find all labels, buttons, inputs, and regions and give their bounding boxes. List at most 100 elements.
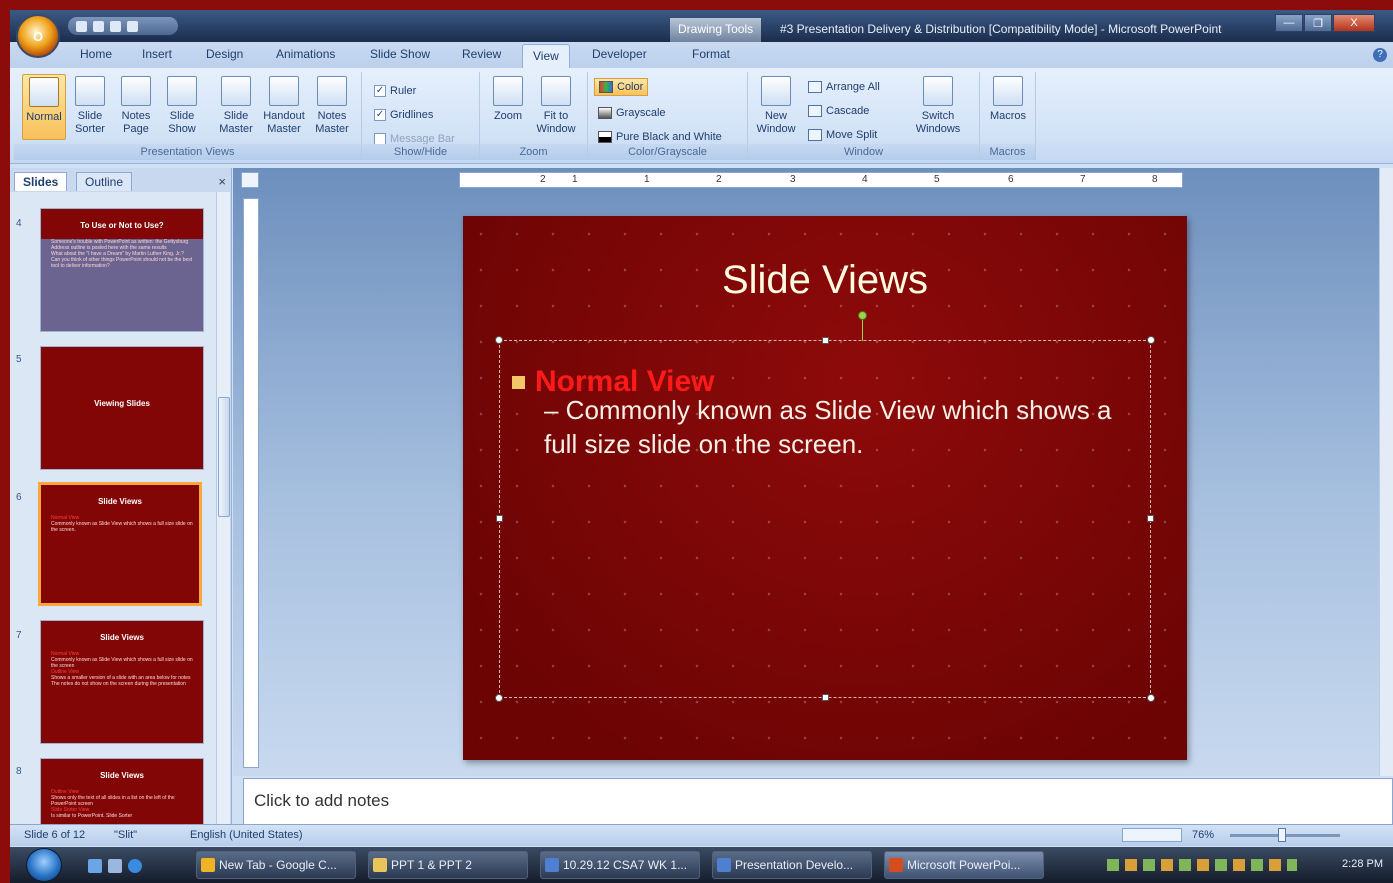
current-slide[interactable]: Slide Views Normal View – Commonly known… (463, 216, 1187, 760)
slide-number: 5 (16, 354, 22, 365)
resize-handle-bl[interactable] (495, 694, 503, 702)
language-indicator[interactable]: English (United States) (190, 829, 303, 841)
notes-pane[interactable]: Click to add notes (243, 778, 1393, 830)
slide-title[interactable]: Slide Views (463, 258, 1187, 303)
ruler-checkbox[interactable]: ✓ Ruler (374, 82, 416, 100)
ruler-mark: 8 (1152, 174, 1158, 185)
zoom-button[interactable]: Zoom (486, 74, 530, 140)
close-button[interactable]: X (1333, 14, 1375, 32)
notes-page-button[interactable]: Notes Page (114, 74, 158, 140)
task-google-chrome[interactable]: New Tab - Google C... (196, 851, 356, 879)
grayscale-button[interactable]: Grayscale (598, 104, 666, 122)
ruler-mark: 5 (934, 174, 940, 185)
task-word-doc[interactable]: 10.29.12 CSA7 WK 1... (540, 851, 700, 879)
resize-handle-t[interactable] (822, 337, 829, 344)
switch-windows-button[interactable]: Switch Windows (908, 74, 968, 140)
slide-number: 8 (16, 766, 22, 777)
tray-icons[interactable] (1107, 859, 1297, 871)
fit-window-icon (541, 76, 571, 106)
notes-master-button[interactable]: Notes Master (310, 74, 354, 140)
tab-outline[interactable]: Outline (76, 172, 133, 191)
slide-thumbnail-8[interactable]: Slide Views Outline View Shows only the … (40, 758, 204, 824)
rotation-stem (862, 319, 863, 341)
color-swatch-icon (599, 81, 613, 93)
slide-sorter-icon (75, 76, 105, 106)
slide-thumbnail-7[interactable]: Slide Views Normal View Commonly known a… (40, 620, 204, 744)
maximize-button[interactable]: ❐ (1304, 14, 1332, 32)
task-presentation[interactable]: Presentation Develo... (712, 851, 872, 879)
slide-sorter-button[interactable]: Slide Sorter (68, 74, 112, 140)
handout-master-button[interactable]: Handout Master (262, 74, 306, 140)
task-powerpoint[interactable]: Microsoft PowerPoi... (884, 851, 1044, 879)
thumbnails-scrollbar[interactable] (216, 192, 230, 824)
content-placeholder[interactable]: Normal View – Commonly known as Slide Vi… (495, 311, 1155, 702)
tab-format[interactable]: Format (692, 47, 730, 61)
resize-handle-tl[interactable] (495, 336, 503, 344)
sub-bullet-text[interactable]: – Commonly known as Slide View which sho… (544, 393, 1144, 461)
resize-handle-b[interactable] (822, 694, 829, 701)
group-window: New Window Arrange All Cascade Move Spli… (748, 72, 980, 160)
resize-handle-l[interactable] (496, 515, 503, 522)
internet-explorer-icon[interactable] (128, 859, 142, 873)
zoom-level[interactable]: 76% (1192, 829, 1214, 841)
slide-master-button[interactable]: Slide Master (214, 74, 258, 140)
close-pane-icon[interactable]: × (218, 174, 226, 189)
show-desktop-icon[interactable] (88, 859, 102, 873)
view-shortcuts[interactable] (1122, 828, 1182, 842)
cascade-button[interactable]: Cascade (808, 102, 869, 120)
tab-view[interactable]: View (522, 44, 570, 68)
tab-slides[interactable]: Slides (14, 172, 68, 191)
resize-handle-r[interactable] (1147, 515, 1154, 522)
tab-animations[interactable]: Animations (276, 47, 335, 61)
arrange-all-button[interactable]: Arrange All (808, 78, 880, 96)
tab-review[interactable]: Review (462, 47, 501, 61)
resize-handle-tr[interactable] (1147, 336, 1155, 344)
gridlines-checkbox[interactable]: ✓ Gridlines (374, 106, 433, 124)
customize-qat-icon[interactable] (127, 20, 138, 32)
slide-thumbnail-5[interactable]: Viewing Slides (40, 346, 204, 470)
minimize-button[interactable]: — (1275, 14, 1303, 32)
rotation-handle[interactable] (858, 311, 867, 320)
fit-to-window-button[interactable]: Fit to Window (534, 74, 578, 140)
system-tray: 2:28 PM (1087, 849, 1393, 881)
undo-icon[interactable] (93, 20, 104, 32)
window-title: #3 Presentation Delivery & Distribution … (780, 22, 1222, 36)
taskbar: New Tab - Google C... PPT 1 & PPT 2 10.2… (10, 847, 1393, 883)
new-window-button[interactable]: New Window (754, 74, 798, 140)
tab-insert[interactable]: Insert (142, 47, 172, 61)
group-label: Macros (980, 144, 1035, 160)
ruler-toggle-button[interactable] (241, 172, 259, 188)
slide-thumbnail-4[interactable]: To Use or Not to Use? Someone's trouble … (40, 208, 204, 332)
quick-access-toolbar[interactable] (68, 17, 178, 35)
office-button[interactable]: O (16, 14, 60, 58)
normal-view-button[interactable]: Normal (22, 74, 66, 140)
color-button[interactable]: Color (594, 78, 649, 96)
start-button[interactable] (26, 848, 62, 882)
move-split-button[interactable]: Move Split (808, 126, 877, 144)
tab-slide-show[interactable]: Slide Show (370, 47, 430, 61)
tab-developer[interactable]: Developer (592, 47, 647, 61)
clock[interactable]: 2:28 PM (1342, 858, 1383, 870)
macros-button[interactable]: Macros (986, 74, 1030, 140)
save-icon[interactable] (76, 20, 87, 32)
group-presentation-views: Normal Slide Sorter Notes Page Slide Sho… (14, 72, 362, 160)
horizontal-ruler[interactable]: 2 1 1 2 3 4 5 6 7 8 (459, 172, 1183, 188)
thumb-line: Shows only the text of all slides in a l… (51, 795, 175, 807)
slide-show-button[interactable]: Slide Show (160, 74, 204, 140)
tab-home[interactable]: Home (80, 47, 112, 61)
zoom-slider-knob[interactable] (1278, 828, 1286, 842)
editor-scrollbar[interactable] (1379, 168, 1393, 776)
thumb-title: Slide Views (98, 497, 142, 506)
vertical-ruler[interactable] (243, 198, 259, 768)
tab-design[interactable]: Design (206, 47, 243, 61)
resize-handle-br[interactable] (1147, 694, 1155, 702)
task-folder[interactable]: PPT 1 & PPT 2 (368, 851, 528, 879)
slide-thumbnail-6[interactable]: Slide Views Normal View Commonly known a… (38, 482, 202, 606)
scrollbar-thumb[interactable] (218, 397, 230, 517)
slide-show-label: Slide Show (168, 110, 196, 135)
switch-windows-icon[interactable] (108, 859, 122, 873)
group-show-hide: ✓ Ruler ✓ Gridlines Message Bar Show/Hide (362, 72, 480, 160)
new-window-icon (761, 76, 791, 106)
redo-icon[interactable] (110, 20, 121, 32)
help-icon[interactable]: ? (1373, 48, 1387, 62)
